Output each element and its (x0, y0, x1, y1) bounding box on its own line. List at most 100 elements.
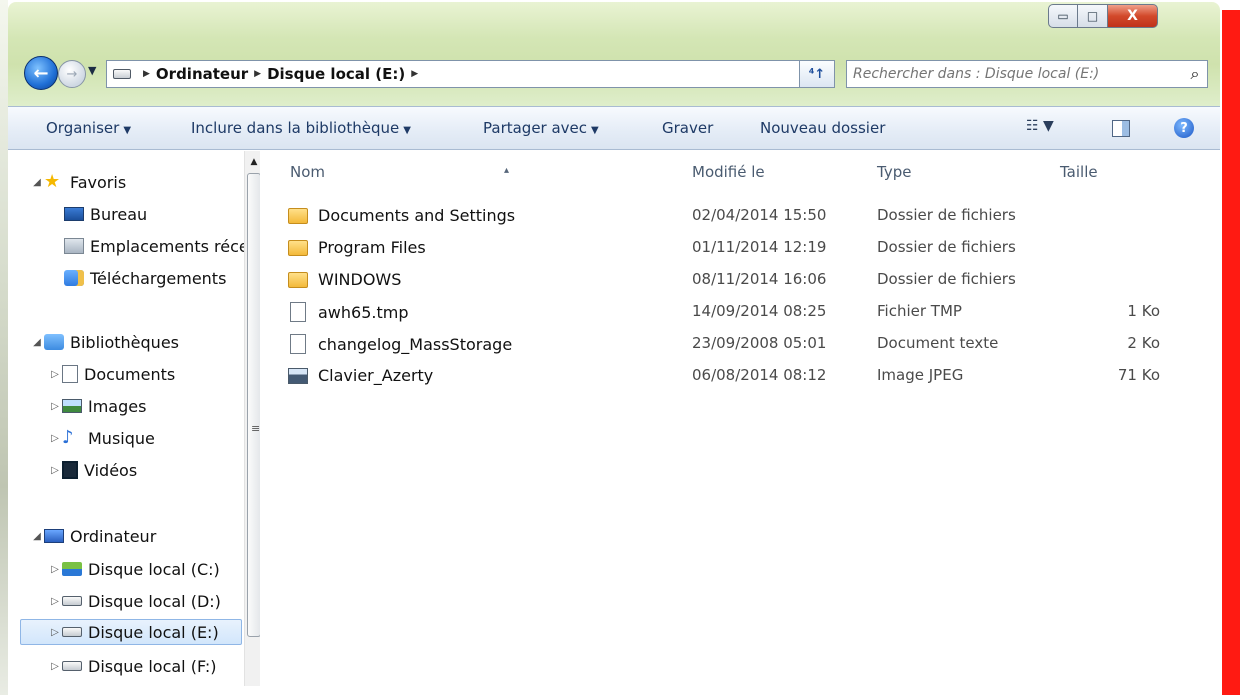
breadcrumb-disque-e[interactable]: Disque local (E:) (267, 65, 405, 83)
file-row[interactable]: Documents and Settings 02/04/2014 15:50 … (288, 203, 1188, 229)
scroll-up-arrow-icon[interactable]: ▲ (245, 157, 260, 171)
sidebar-computer[interactable]: ◢ Ordinateur (30, 523, 156, 549)
sidebar-item-label: Téléchargements (90, 268, 227, 288)
back-button[interactable]: ← (24, 56, 58, 90)
folder-icon (288, 239, 308, 256)
organize-button[interactable]: Organiser ▼ (46, 119, 131, 137)
forward-button[interactable]: → (58, 60, 86, 88)
chevron-down-icon: ▼ (123, 125, 132, 136)
sidebar-item-bureau[interactable]: Bureau (64, 201, 147, 227)
address-bar[interactable]: ▶ Ordinateur ▶ Disque local (E:) ▶ ▼ (106, 60, 828, 88)
drive-icon (62, 596, 82, 606)
chevron-down-icon: ▼ (591, 125, 599, 136)
search-icon[interactable]: ⌕ (1183, 64, 1207, 84)
sidebar-favorites[interactable]: ◢ ★ Favoris (30, 169, 126, 195)
sidebar-item-documents[interactable]: ▷ Documents (48, 361, 175, 387)
desktop-icon (64, 207, 84, 221)
collapsed-arrow-icon[interactable]: ▷ (48, 465, 62, 476)
change-view-button[interactable]: ☷ ▼ (1026, 118, 1054, 134)
sidebar-libraries[interactable]: ◢ Bibliothèques (30, 329, 179, 355)
sidebar-item-drive-e[interactable]: ▷ Disque local (E:) (20, 619, 242, 645)
file-row[interactable]: Clavier_Azerty 06/08/2014 08:12 Image JP… (288, 363, 1188, 389)
downloads-icon (64, 270, 84, 286)
file-name: Clavier_Azerty (318, 366, 434, 385)
file-row[interactable]: WINDOWS 08/11/2014 16:06 Dossier de fich… (288, 267, 1188, 293)
sidebar-item-drive-f[interactable]: ▷ Disque local (F:) (48, 653, 216, 679)
column-header-modified[interactable]: Modifié le (692, 163, 765, 181)
window-right-border (1222, 10, 1240, 695)
file-list: Nom ▴ Modifié le Type Taille Documents a… (262, 151, 1220, 686)
recent-pages-button[interactable]: ▼ (88, 64, 96, 77)
file-row[interactable]: changelog_MassStorage 23/09/2008 05:01 D… (288, 331, 1188, 357)
minimize-button[interactable]: ▭ (1048, 4, 1078, 28)
help-icon[interactable]: ? (1174, 118, 1194, 138)
sidebar-item-label: Bureau (90, 204, 148, 224)
collapsed-arrow-icon[interactable]: ▷ (48, 661, 62, 672)
column-header-type[interactable]: Type (877, 163, 911, 181)
sidebar-item-drive-d[interactable]: ▷ Disque local (D:) (48, 588, 221, 614)
sidebar-item-label: Disque local (E:) (88, 622, 219, 642)
include-library-button[interactable]: Inclure dans la bibliothèque ▼ (191, 119, 411, 137)
sidebar-item-label: Vidéos (84, 460, 138, 480)
file-size: 1 Ko (1127, 302, 1160, 320)
sidebar-item-label: Musique (88, 428, 155, 448)
libraries-icon (44, 334, 64, 350)
preview-pane-button[interactable] (1112, 120, 1130, 137)
file-type: Document texte (877, 334, 999, 352)
burn-button[interactable]: Graver (662, 119, 713, 137)
caption-buttons: ▭ □ X (1048, 4, 1158, 28)
column-header-name[interactable]: Nom ▴ (290, 163, 509, 181)
share-label: Partager avec (483, 119, 588, 137)
sidebar-item-music[interactable]: ▷ ♪ Musique (48, 425, 155, 451)
navigation-scrollbar[interactable]: ▲ ≡ (244, 151, 260, 686)
expanded-arrow-icon[interactable]: ◢ (30, 337, 44, 348)
sidebar-item-downloads[interactable]: Téléchargements (64, 265, 226, 291)
collapsed-arrow-icon[interactable]: ▷ (48, 433, 62, 444)
drive-icon (62, 627, 82, 637)
star-icon: ★ (44, 171, 61, 192)
sidebar-item-videos[interactable]: ▷ Vidéos (48, 457, 137, 483)
collapsed-arrow-icon[interactable]: ▷ (48, 596, 62, 607)
expanded-arrow-icon[interactable]: ◢ (30, 531, 44, 542)
file-row[interactable]: awh65.tmp 14/09/2014 08:25 Fichier TMP 1… (288, 299, 1188, 325)
new-folder-button[interactable]: Nouveau dossier (760, 119, 885, 137)
sidebar-item-drive-c[interactable]: ▷ Disque local (C:) (48, 556, 220, 582)
sidebar-item-label: Emplacements récents (90, 236, 260, 256)
file-name: WINDOWS (318, 270, 402, 289)
music-icon: ♪ (62, 427, 74, 448)
file-name: Documents and Settings (318, 206, 516, 225)
share-button[interactable]: Partager avec ▼ (483, 119, 599, 137)
view-icon: ☷ (1026, 118, 1039, 134)
chevron-down-icon: ▼ (1043, 118, 1054, 134)
burn-label: Graver (662, 119, 714, 137)
close-button[interactable]: X (1108, 4, 1158, 28)
breadcrumb-separator[interactable]: ▶ (143, 69, 150, 79)
search-input[interactable] (847, 66, 1183, 82)
sidebar-item-images[interactable]: ▷ Images (48, 393, 146, 419)
column-label: Nom (290, 163, 326, 181)
search-box[interactable]: ⌕ (846, 60, 1208, 88)
breadcrumb-separator[interactable]: ▶ (411, 69, 418, 79)
breadcrumb-ordinateur[interactable]: Ordinateur (156, 65, 248, 83)
collapsed-arrow-icon[interactable]: ▷ (48, 369, 62, 380)
file-name: changelog_MassStorage (318, 334, 513, 354)
image-file-icon (288, 367, 308, 384)
collapsed-arrow-icon[interactable]: ▷ (48, 564, 62, 575)
collapsed-arrow-icon[interactable]: ▷ (48, 627, 62, 638)
refresh-icon: ⁴↑ (808, 66, 826, 82)
collapsed-arrow-icon[interactable]: ▷ (48, 401, 62, 412)
breadcrumb-separator[interactable]: ▶ (254, 69, 261, 79)
column-header-size[interactable]: Taille (1060, 163, 1098, 181)
scroll-thumb[interactable]: ≡ (247, 173, 260, 637)
recent-places-icon (64, 238, 84, 254)
file-icon (290, 302, 306, 322)
maximize-button[interactable]: □ (1078, 4, 1108, 28)
sidebar-item-label: Disque local (C:) (88, 559, 220, 579)
sidebar-item-recent-places[interactable]: Emplacements récents (64, 233, 260, 259)
refresh-button[interactable]: ⁴↑ (799, 60, 835, 88)
file-modified: 23/09/2008 05:01 (692, 334, 827, 352)
folder-icon (288, 207, 308, 224)
file-row[interactable]: Program Files 01/11/2014 12:19 Dossier d… (288, 235, 1188, 261)
chevron-down-icon: ▼ (403, 125, 411, 136)
expanded-arrow-icon[interactable]: ◢ (30, 177, 44, 188)
